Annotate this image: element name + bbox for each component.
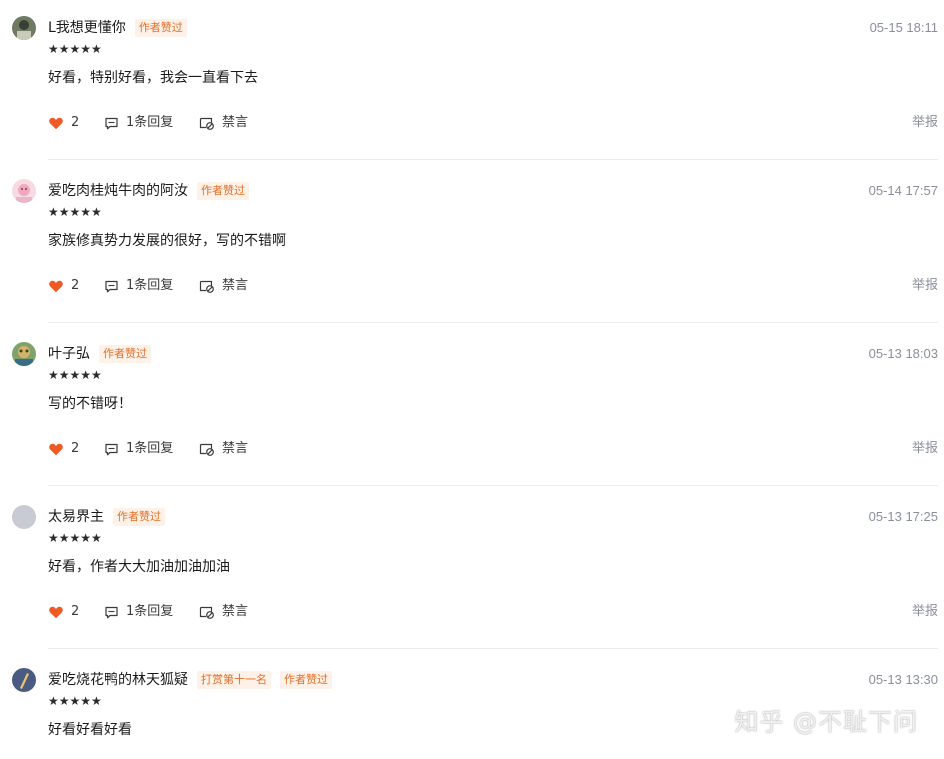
mute-button[interactable]: 禁言 xyxy=(199,602,248,622)
reply-count: 1条回复 xyxy=(126,278,174,293)
avatar[interactable] xyxy=(12,505,36,529)
report-button[interactable]: 举报 xyxy=(912,439,938,459)
mute-label: 禁言 xyxy=(222,441,249,456)
reply-button[interactable]: 1条回复 xyxy=(104,602,196,622)
comment-time: 05-15 18:11 xyxy=(869,20,938,35)
comment-actions: 2 1条回复 禁言 xyxy=(48,276,248,296)
mute-button[interactable]: 禁言 xyxy=(199,439,248,459)
comment-header: 叶子弘 作者赞过 xyxy=(48,344,151,364)
avatar[interactable] xyxy=(12,179,36,203)
comment-icon xyxy=(105,606,118,618)
comment-header: L我想更懂你 作者赞过 xyxy=(48,18,187,38)
reply-count: 1条回复 xyxy=(126,115,174,130)
like-count: 2 xyxy=(71,604,80,619)
username[interactable]: 爱吃烧花鸭的林天狐疑 xyxy=(48,670,188,690)
comment-header: 爱吃肉桂炖牛肉的阿汝 作者赞过 xyxy=(48,181,249,201)
divider xyxy=(48,159,938,160)
avatar[interactable] xyxy=(12,668,36,692)
reply-count: 1条回复 xyxy=(126,441,174,456)
author-liked-badge: 作者赞过 xyxy=(99,345,151,363)
comment-icon xyxy=(105,443,118,455)
author-liked-badge: 作者赞过 xyxy=(113,508,165,526)
comment-text: 好看，作者大大加油加油加油 xyxy=(48,559,230,575)
author-liked-badge: 作者赞过 xyxy=(134,19,187,37)
comment-text: 写的不错呀！ xyxy=(48,396,132,412)
author-liked-badge: 作者赞过 xyxy=(197,182,249,200)
comment-actions: 2 1条回复 禁言 xyxy=(48,439,248,459)
comment-time: 05-13 13:30 xyxy=(868,672,938,687)
reply-button[interactable]: 1条回复 xyxy=(104,439,196,459)
heart-icon xyxy=(49,443,63,456)
avatar[interactable] xyxy=(12,16,36,40)
comment-time: 05-14 17:57 xyxy=(868,183,938,198)
heart-icon xyxy=(49,606,63,619)
heart-icon xyxy=(49,280,63,293)
mute-button[interactable]: 禁言 xyxy=(199,276,248,296)
mute-label: 禁言 xyxy=(222,115,249,130)
report-button[interactable]: 举报 xyxy=(912,276,938,296)
mute-label: 禁言 xyxy=(222,278,249,293)
divider xyxy=(48,322,938,323)
comment-icon xyxy=(105,280,118,292)
mute-icon xyxy=(199,606,214,619)
reply-count: 1条回复 xyxy=(126,604,174,619)
mute-button[interactable]: 禁言 xyxy=(199,113,248,133)
username[interactable]: 叶子弘 xyxy=(48,344,90,364)
author-liked-badge: 作者赞过 xyxy=(280,671,332,689)
comment-time: 05-13 17:25 xyxy=(868,509,938,524)
comment-text: 好看，特别好看，我会一直看下去 xyxy=(48,70,258,86)
like-button[interactable]: 2 xyxy=(48,276,100,296)
comment-icon xyxy=(105,117,118,129)
comment-time: 05-13 18:03 xyxy=(868,346,938,361)
comment-actions: 2 1条回复 禁言 xyxy=(48,602,248,622)
username[interactable]: L我想更懂你 xyxy=(48,18,126,38)
tip-rank-badge: 打赏第十一名 xyxy=(197,671,271,689)
like-count: 2 xyxy=(71,115,80,130)
rating-stars: ★★★★★ xyxy=(48,368,102,382)
comment-text: 家族修真势力发展的很好，写的不错啊 xyxy=(48,233,286,249)
divider xyxy=(48,485,938,486)
rating-stars: ★★★★★ xyxy=(48,694,102,708)
rating-stars: ★★★★★ xyxy=(48,42,102,56)
avatar[interactable] xyxy=(12,342,36,366)
comment-actions: 2 1条回复 禁言 xyxy=(48,113,248,133)
like-count: 2 xyxy=(71,441,80,456)
username[interactable]: 太易界主 xyxy=(48,507,104,527)
mute-icon xyxy=(199,443,214,456)
heart-icon xyxy=(49,117,63,130)
comment-text: 好看好看好看 xyxy=(48,722,132,738)
mute-label: 禁言 xyxy=(222,604,249,619)
comment-header: 太易界主 作者赞过 xyxy=(48,507,165,527)
reply-button[interactable]: 1条回复 xyxy=(104,276,196,296)
rating-stars: ★★★★★ xyxy=(48,205,102,219)
divider xyxy=(48,648,938,649)
mute-icon xyxy=(199,280,214,293)
reply-button[interactable]: 1条回复 xyxy=(104,113,196,133)
like-button[interactable]: 2 xyxy=(48,602,100,622)
rating-stars: ★★★★★ xyxy=(48,531,102,545)
username[interactable]: 爱吃肉桂炖牛肉的阿汝 xyxy=(48,181,188,201)
watermark: 知乎 @不耻下问 xyxy=(734,708,918,736)
like-count: 2 xyxy=(71,278,80,293)
like-button[interactable]: 2 xyxy=(48,439,100,459)
comment-header: 爱吃烧花鸭的林天狐疑 打赏第十一名 作者赞过 xyxy=(48,670,332,690)
report-button[interactable]: 举报 xyxy=(912,602,938,622)
like-button[interactable]: 2 xyxy=(48,113,100,133)
report-button[interactable]: 举报 xyxy=(912,113,938,133)
mute-icon xyxy=(199,117,214,130)
